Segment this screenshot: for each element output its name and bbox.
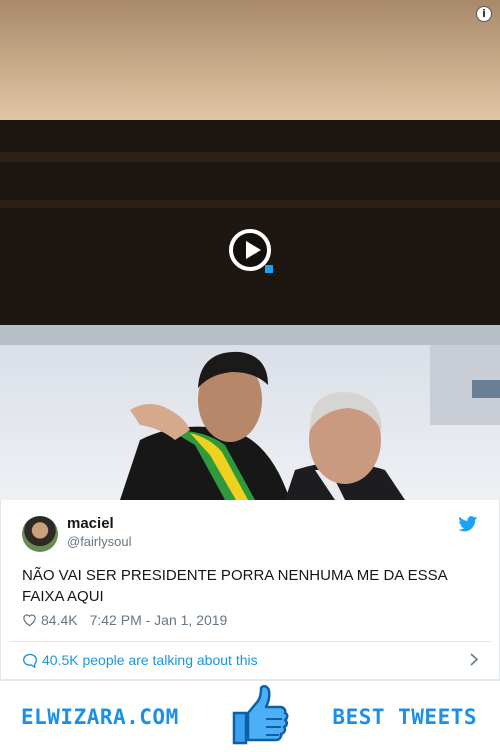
best-tweets-label: BEST TWEETS — [332, 705, 477, 729]
site-name[interactable]: ELWIZARA.COM — [21, 705, 179, 729]
chevron-right-icon — [470, 653, 478, 666]
video-player[interactable]: i — [0, 0, 500, 500]
tweet-timestamp[interactable]: 7:42 PM - Jan 1, 2019 — [90, 612, 228, 628]
speech-bubble-icon — [22, 653, 38, 668]
tweet-meta: 84.4K 7:42 PM - Jan 1, 2019 — [22, 612, 227, 628]
conversation-link[interactable]: 40.5K people are talking about this — [22, 650, 478, 670]
like-count[interactable]: 84.4K — [41, 612, 78, 628]
twitter-bird-icon[interactable] — [458, 516, 478, 532]
user-handle[interactable]: @fairlysoul — [67, 534, 132, 549]
branding-banner: ELWIZARA.COM BEST TWEETS — [0, 680, 500, 752]
media-badge-icon — [265, 265, 273, 273]
display-name[interactable]: maciel — [67, 515, 114, 532]
thumbs-up-icon — [232, 685, 289, 745]
play-icon — [246, 241, 261, 259]
play-button[interactable] — [229, 229, 273, 273]
tweet-text: NÃO VAI SER PRESIDENTE PORRA NENHUMA ME … — [22, 567, 447, 605]
divider — [9, 641, 491, 642]
tweet-card: maciel @fairlysoul NÃO VAI SER PRESIDENT… — [0, 500, 500, 680]
info-icon[interactable]: i — [476, 6, 492, 22]
conversation-label: 40.5K people are talking about this — [42, 652, 258, 668]
avatar[interactable] — [22, 516, 58, 552]
heart-icon[interactable] — [22, 613, 37, 627]
